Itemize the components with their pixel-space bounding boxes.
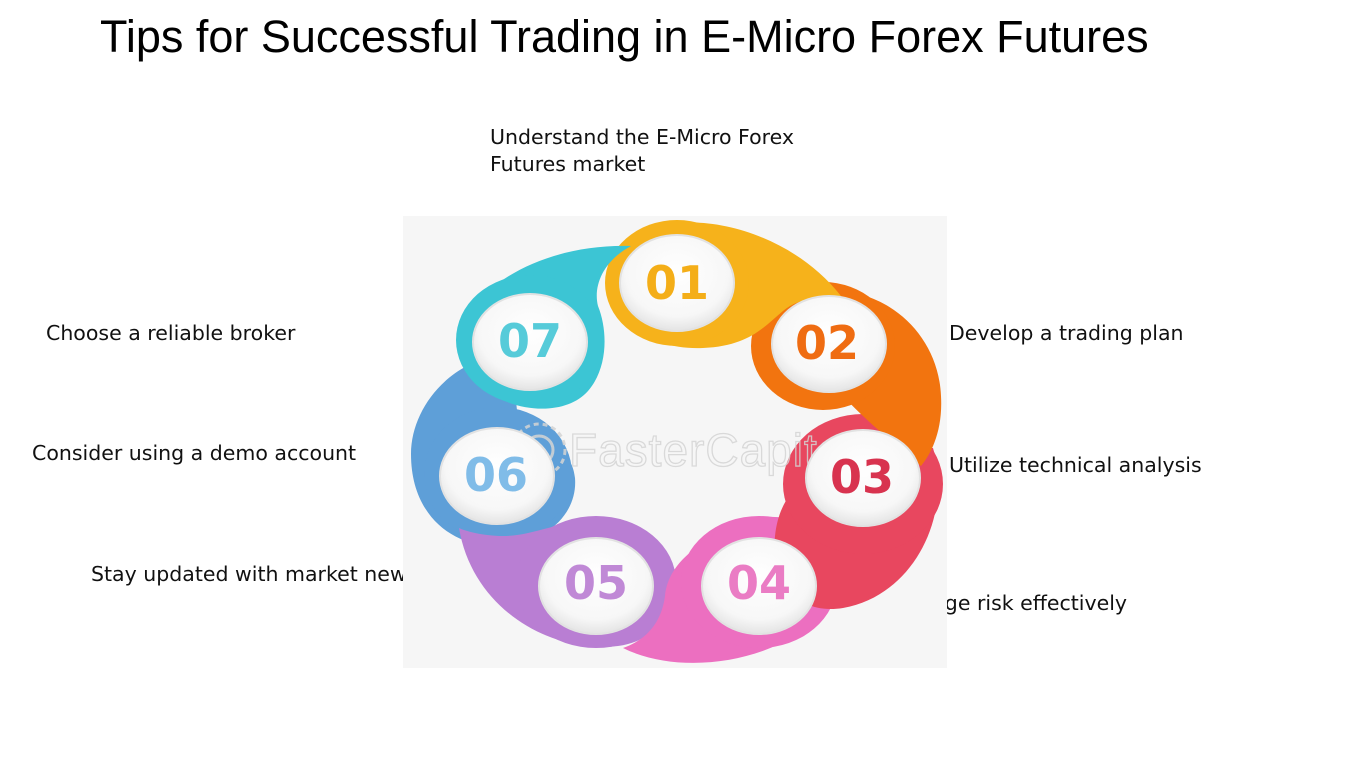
step-label-07: Choose a reliable broker: [46, 321, 296, 345]
step-label-02: Develop a trading plan: [949, 321, 1184, 345]
step-label-01-line-2: Futures market: [490, 152, 646, 176]
step-label-01: Understand the E-Micro Forex Futures mar…: [490, 124, 794, 178]
step-number-01: 01: [645, 256, 709, 310]
step-number-07: 07: [498, 314, 562, 368]
step-label-05: Stay updated with market news: [91, 562, 418, 586]
step-number-03: 03: [830, 450, 894, 504]
cycle-diagram: FasterCapital 01 02 03 04 05 06 07: [411, 220, 943, 663]
step-number-04: 04: [727, 556, 791, 610]
step-number-02: 02: [795, 316, 859, 370]
step-label-01-line-1: Understand the E-Micro Forex: [490, 125, 795, 149]
step-label-03: Utilize technical analysis: [949, 453, 1202, 477]
step-number-05: 05: [564, 556, 628, 610]
page-title: Tips for Successful Trading in E-Micro F…: [100, 11, 1149, 62]
step-number-06: 06: [464, 448, 528, 502]
step-label-06: Consider using a demo account: [32, 441, 357, 465]
